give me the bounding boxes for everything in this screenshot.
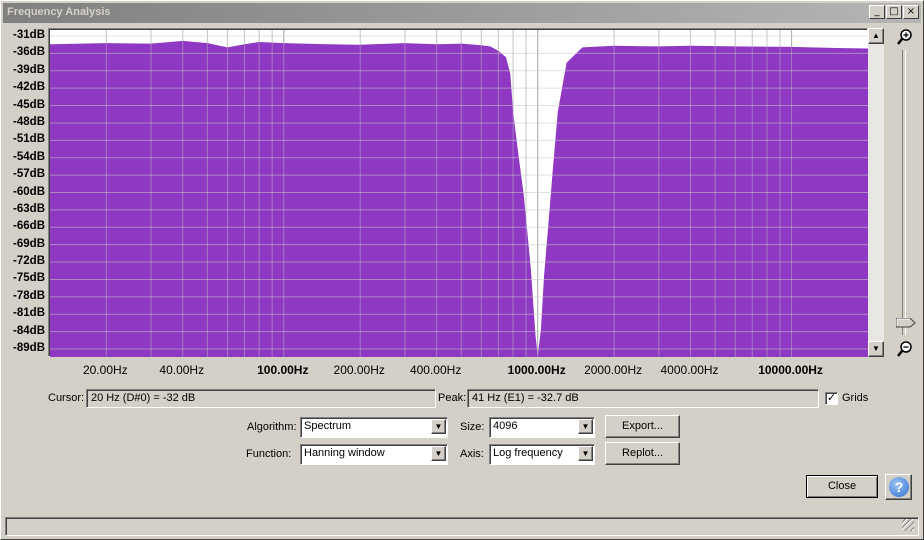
maximize-button[interactable]: □	[886, 5, 902, 19]
y-tick-label: -72dB	[13, 255, 45, 268]
peak-readout: 41 Hz (E1) = -32.7 dB	[467, 389, 819, 408]
help-icon: ?	[889, 477, 909, 497]
y-tick-label: -57dB	[13, 168, 45, 181]
y-tick-label: -39dB	[13, 63, 45, 76]
y-tick-label: -69dB	[13, 237, 45, 250]
algorithm-label: Algorithm:	[247, 421, 297, 433]
spectrum-plot[interactable]	[48, 28, 868, 357]
size-select[interactable]: 4096 ▼	[489, 417, 595, 438]
x-tick-label: 10000.00Hz	[758, 363, 823, 377]
export-button[interactable]: Export...	[605, 415, 680, 438]
y-tick-label: -89dB	[13, 342, 45, 354]
x-tick-label: 200.00Hz	[333, 363, 385, 377]
y-tick-label: -36dB	[13, 46, 45, 59]
function-label: Function:	[246, 448, 292, 460]
frequency-analysis-window: Frequency Analysis _ □ × -31dB -36dB -39dB…	[0, 0, 924, 540]
grids-checkbox[interactable]: ✓	[825, 392, 838, 405]
y-tick-label: -48dB	[13, 115, 45, 128]
zoom-slider-track[interactable]	[902, 50, 906, 335]
x-tick-label: 20.00Hz	[82, 363, 128, 377]
algorithm-select[interactable]: Spectrum ▼	[300, 417, 448, 438]
y-tick-label: -78dB	[13, 289, 45, 302]
y-tick-label: -51dB	[13, 133, 45, 146]
scroll-down-button[interactable]: ▼	[868, 341, 884, 357]
x-tick-label: 2000.00Hz	[584, 363, 643, 377]
cursor-label: Cursor:	[48, 392, 85, 404]
y-tick-label: -42dB	[13, 81, 45, 94]
y-tick-label: -54dB	[13, 150, 45, 163]
axis-select[interactable]: Log frequency ▼	[489, 444, 595, 465]
chevron-down-icon[interactable]: ▼	[578, 446, 593, 461]
function-select[interactable]: Hanning window ▼	[300, 444, 448, 465]
y-tick-label: -31dB	[13, 29, 45, 41]
chevron-down-icon[interactable]: ▼	[431, 419, 446, 434]
x-tick-label: 4000.00Hz	[660, 363, 719, 377]
replot-button[interactable]: Replot...	[605, 442, 680, 465]
axis-value: Log frequency	[493, 447, 563, 459]
resize-grip[interactable]	[902, 519, 914, 531]
help-button[interactable]: ?	[885, 474, 912, 500]
function-value: Hanning window	[304, 447, 385, 459]
close-button[interactable]: Close	[806, 475, 878, 498]
algorithm-value: Spectrum	[304, 420, 352, 432]
peak-label: Peak:	[438, 392, 467, 404]
x-tick-label: 40.00Hz	[159, 363, 205, 377]
title-bar[interactable]: Frequency Analysis _ □ ×	[3, 3, 921, 23]
chevron-down-icon[interactable]: ▼	[578, 419, 593, 434]
scroll-up-button[interactable]: ▲	[868, 28, 884, 44]
vertical-scrollbar[interactable]: ▲ ▼	[868, 28, 884, 357]
window-title: Frequency Analysis	[7, 6, 111, 18]
x-tick-label: 400.00Hz	[409, 363, 462, 377]
zoom-in-icon[interactable]	[896, 28, 914, 46]
grids-label: Grids	[842, 392, 869, 404]
cursor-readout: 20 Hz (D#0) = -32 dB	[86, 389, 436, 408]
y-tick-label: -75dB	[13, 272, 45, 285]
y-tick-label: -66dB	[13, 220, 45, 233]
zoom-slider-thumb[interactable]	[895, 317, 916, 328]
y-tick-label: -63dB	[13, 202, 45, 215]
size-value: 4096	[493, 420, 518, 432]
x-tick-label: 100.00Hz	[257, 363, 309, 377]
close-window-button[interactable]: ×	[903, 5, 919, 19]
size-label: Size:	[460, 421, 485, 433]
minimize-button[interactable]: _	[869, 5, 885, 19]
spectrum-svg	[50, 30, 868, 357]
x-tick-label: 1000.00Hz	[507, 363, 566, 377]
y-tick-label: -84dB	[13, 324, 45, 337]
axis-label: Axis:	[460, 448, 484, 460]
y-tick-label: -45dB	[13, 98, 45, 111]
chevron-down-icon[interactable]: ▼	[431, 446, 446, 461]
zoom-out-icon[interactable]	[896, 340, 914, 358]
status-bar	[5, 517, 919, 536]
y-tick-label: -60dB	[13, 185, 45, 198]
y-tick-label: -81dB	[13, 307, 45, 320]
